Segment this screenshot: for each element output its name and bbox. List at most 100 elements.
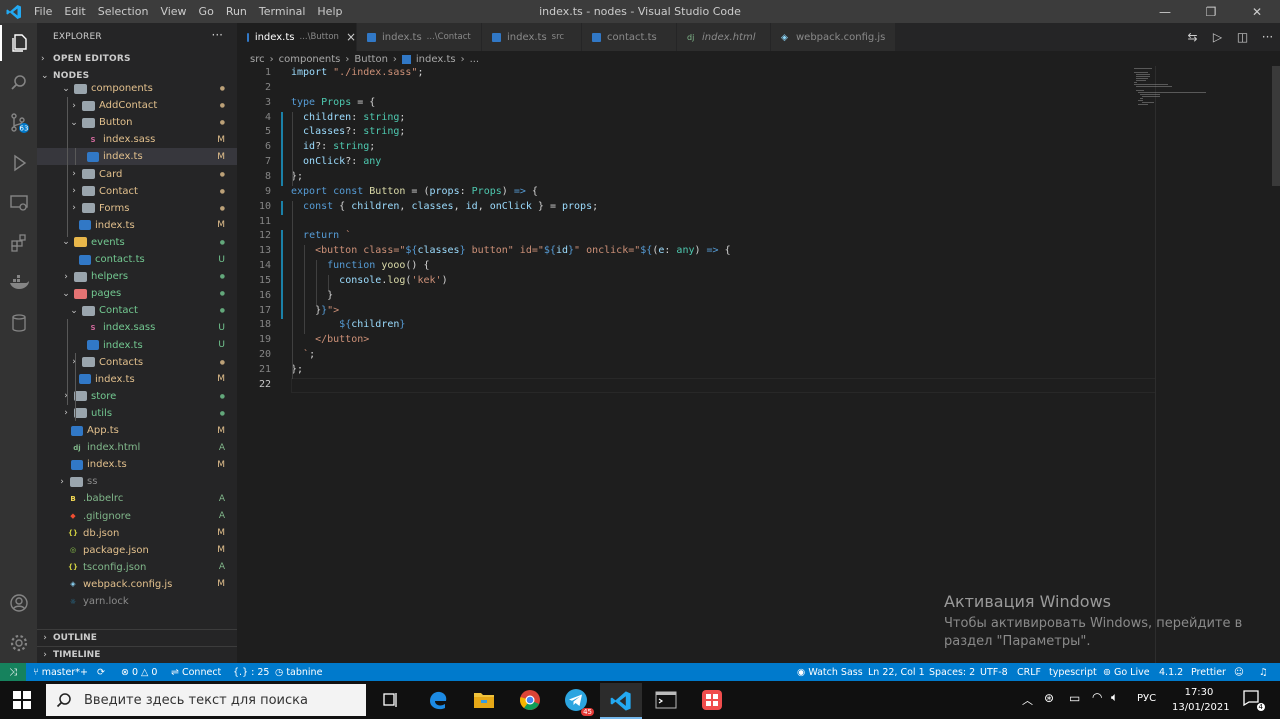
code-line[interactable]: id?: string;: [291, 141, 375, 152]
breadcrumb-item[interactable]: Button: [354, 54, 388, 65]
file-item[interactable]: ◆ .gitignore A: [37, 508, 237, 525]
split-editor-icon[interactable]: ◫: [1230, 30, 1255, 44]
code-line[interactable]: type Props = {: [291, 97, 375, 108]
maximize-icon[interactable]: ❐: [1188, 0, 1234, 23]
tabnine-status[interactable]: ◷ tabnine: [275, 663, 322, 681]
minimize-icon[interactable]: —: [1142, 0, 1188, 23]
file-item[interactable]: dj index.html A: [37, 439, 237, 456]
file-item[interactable]: {} tsconfig.json A: [37, 559, 237, 576]
code-line[interactable]: children: string;: [291, 112, 405, 123]
encoding-status[interactable]: UTF-8: [980, 663, 1008, 681]
problems-status[interactable]: ⊗ 0 △ 0: [121, 663, 157, 681]
taskbar-search[interactable]: Введите здесь текст для поиска: [46, 684, 366, 716]
source-control-icon[interactable]: 63: [0, 105, 37, 141]
folder-item[interactable]: ⌄ pages ●: [37, 285, 237, 302]
sync-icon[interactable]: ⟳: [97, 663, 105, 681]
chrome-icon[interactable]: [516, 686, 544, 714]
editor-tab[interactable]: ◈ webpack.config.js: [771, 23, 896, 51]
symbol-status[interactable]: {.} : 25: [233, 663, 269, 681]
connect-status[interactable]: ⇌ Connect: [171, 663, 221, 681]
editor-tab[interactable]: index.ts ...\Button ×: [237, 23, 357, 51]
code-line[interactable]: classes?: string;: [291, 126, 405, 137]
code-line[interactable]: ${children}: [291, 319, 405, 330]
menu-selection[interactable]: Selection: [92, 5, 155, 18]
settings-gear-icon[interactable]: [0, 625, 37, 661]
code-line[interactable]: </button>: [291, 334, 369, 345]
feedback-icon[interactable]: ☺: [1234, 663, 1244, 681]
editor-tab[interactable]: index.ts ...\Contact: [357, 23, 482, 51]
menu-terminal[interactable]: Terminal: [253, 5, 312, 18]
editor-tab[interactable]: index.ts src: [482, 23, 582, 51]
file-item[interactable]: ☼ yarn.lock: [37, 593, 237, 610]
cursor-position[interactable]: Ln 22, Col 1: [868, 663, 925, 681]
volume-icon[interactable]: 🔈︎: [1111, 690, 1118, 705]
code-line[interactable]: }: [291, 290, 333, 301]
prettier-status[interactable]: Prettier: [1191, 663, 1226, 681]
database-icon[interactable]: [0, 305, 37, 341]
language-mode[interactable]: typescript: [1049, 663, 1097, 681]
chevron-right-icon[interactable]: ›: [41, 54, 45, 64]
more-actions-icon[interactable]: ···: [212, 28, 223, 42]
menu-edit[interactable]: Edit: [58, 5, 91, 18]
vscode-taskbar-active[interactable]: [600, 683, 642, 719]
breadcrumb-item[interactable]: ...: [470, 54, 480, 65]
code-line[interactable]: `;: [291, 349, 315, 360]
search-icon[interactable]: [0, 65, 37, 101]
editor-tab[interactable]: dj index.html: [677, 23, 771, 51]
branch-status[interactable]: ⑂ master*+: [33, 663, 88, 681]
clock[interactable]: 17:30 13/01/2021: [1172, 685, 1230, 715]
menu-file[interactable]: File: [28, 5, 58, 18]
folder-item[interactable]: › helpers ●: [37, 268, 237, 285]
breadcrumb-item[interactable]: index.ts: [416, 54, 456, 65]
notifications-bell-icon[interactable]: ♫: [1259, 663, 1268, 681]
battery-icon[interactable]: ▭: [1069, 691, 1080, 705]
more-actions-icon[interactable]: ···: [1255, 30, 1280, 44]
code-line[interactable]: function yooo() {: [291, 260, 429, 271]
file-item[interactable]: {} db.json M: [37, 525, 237, 542]
action-center-icon[interactable]: 4: [1242, 689, 1265, 711]
terminal-icon[interactable]: [652, 686, 680, 714]
scrollbar[interactable]: [1272, 66, 1280, 186]
code-line[interactable]: const { children, classes, id, onClick }…: [291, 201, 598, 212]
folder-item[interactable]: › utils ●: [37, 405, 237, 422]
file-item[interactable]: ◎ package.json M: [37, 542, 237, 559]
timeline-panel-header[interactable]: › TIMELINE: [37, 646, 237, 663]
open-editors-header[interactable]: OPEN EDITORS: [53, 54, 131, 64]
breadcrumb-item[interactable]: src: [250, 54, 265, 65]
breadcrumb-item[interactable]: components: [279, 54, 341, 65]
file-item[interactable]: ◈ webpack.config.js M: [37, 576, 237, 593]
app-icon[interactable]: [698, 686, 726, 714]
code-line[interactable]: import "./index.sass";: [291, 67, 423, 78]
extensions-icon[interactable]: [0, 225, 37, 261]
go-live-button[interactable]: ⊚ Go Live: [1103, 663, 1150, 681]
menu-view[interactable]: View: [154, 5, 192, 18]
docker-icon[interactable]: [0, 265, 37, 301]
open-changes-icon[interactable]: ⇆: [1180, 30, 1205, 44]
input-language[interactable]: РУС: [1137, 693, 1156, 704]
explorer-icon[interactable]: [0, 25, 37, 61]
eol-status[interactable]: CRLF: [1017, 663, 1041, 681]
ts-version[interactable]: 4.1.2: [1159, 663, 1183, 681]
code-line[interactable]: return `: [291, 230, 351, 241]
code-line[interactable]: }}">: [291, 305, 339, 316]
file-item[interactable]: App.ts M: [37, 422, 237, 439]
code-line[interactable]: <button class="${classes} button" id="${…: [291, 245, 731, 256]
folder-item[interactable]: ⌄ components ●: [37, 80, 237, 97]
indentation-status[interactable]: Spaces: 2: [929, 663, 975, 681]
telegram-icon[interactable]: 45: [562, 686, 594, 716]
folder-item[interactable]: ⌄ Contact ●: [37, 302, 237, 319]
windows-start-icon[interactable]: [12, 690, 32, 714]
webcam-icon[interactable]: ⊛: [1044, 691, 1054, 705]
run-debug-icon[interactable]: [0, 145, 37, 181]
code-editor[interactable]: 1 import "./index.sass"; 2 3 type Props = {4…: [237, 66, 1280, 663]
edge-icon[interactable]: [424, 686, 452, 714]
file-item[interactable]: B .babelrc A: [37, 490, 237, 507]
account-icon[interactable]: [0, 585, 37, 621]
file-explorer-icon[interactable]: [470, 686, 498, 714]
close-tab-icon[interactable]: ×: [346, 30, 356, 44]
remote-indicator-icon[interactable]: ⤨: [0, 663, 26, 681]
code-line[interactable]: console.log('kek'): [291, 275, 447, 286]
file-item[interactable]: index.ts M: [37, 456, 237, 473]
watch-sass-button[interactable]: ◉ Watch Sass: [797, 663, 863, 681]
minimap[interactable]: [1130, 67, 1220, 107]
